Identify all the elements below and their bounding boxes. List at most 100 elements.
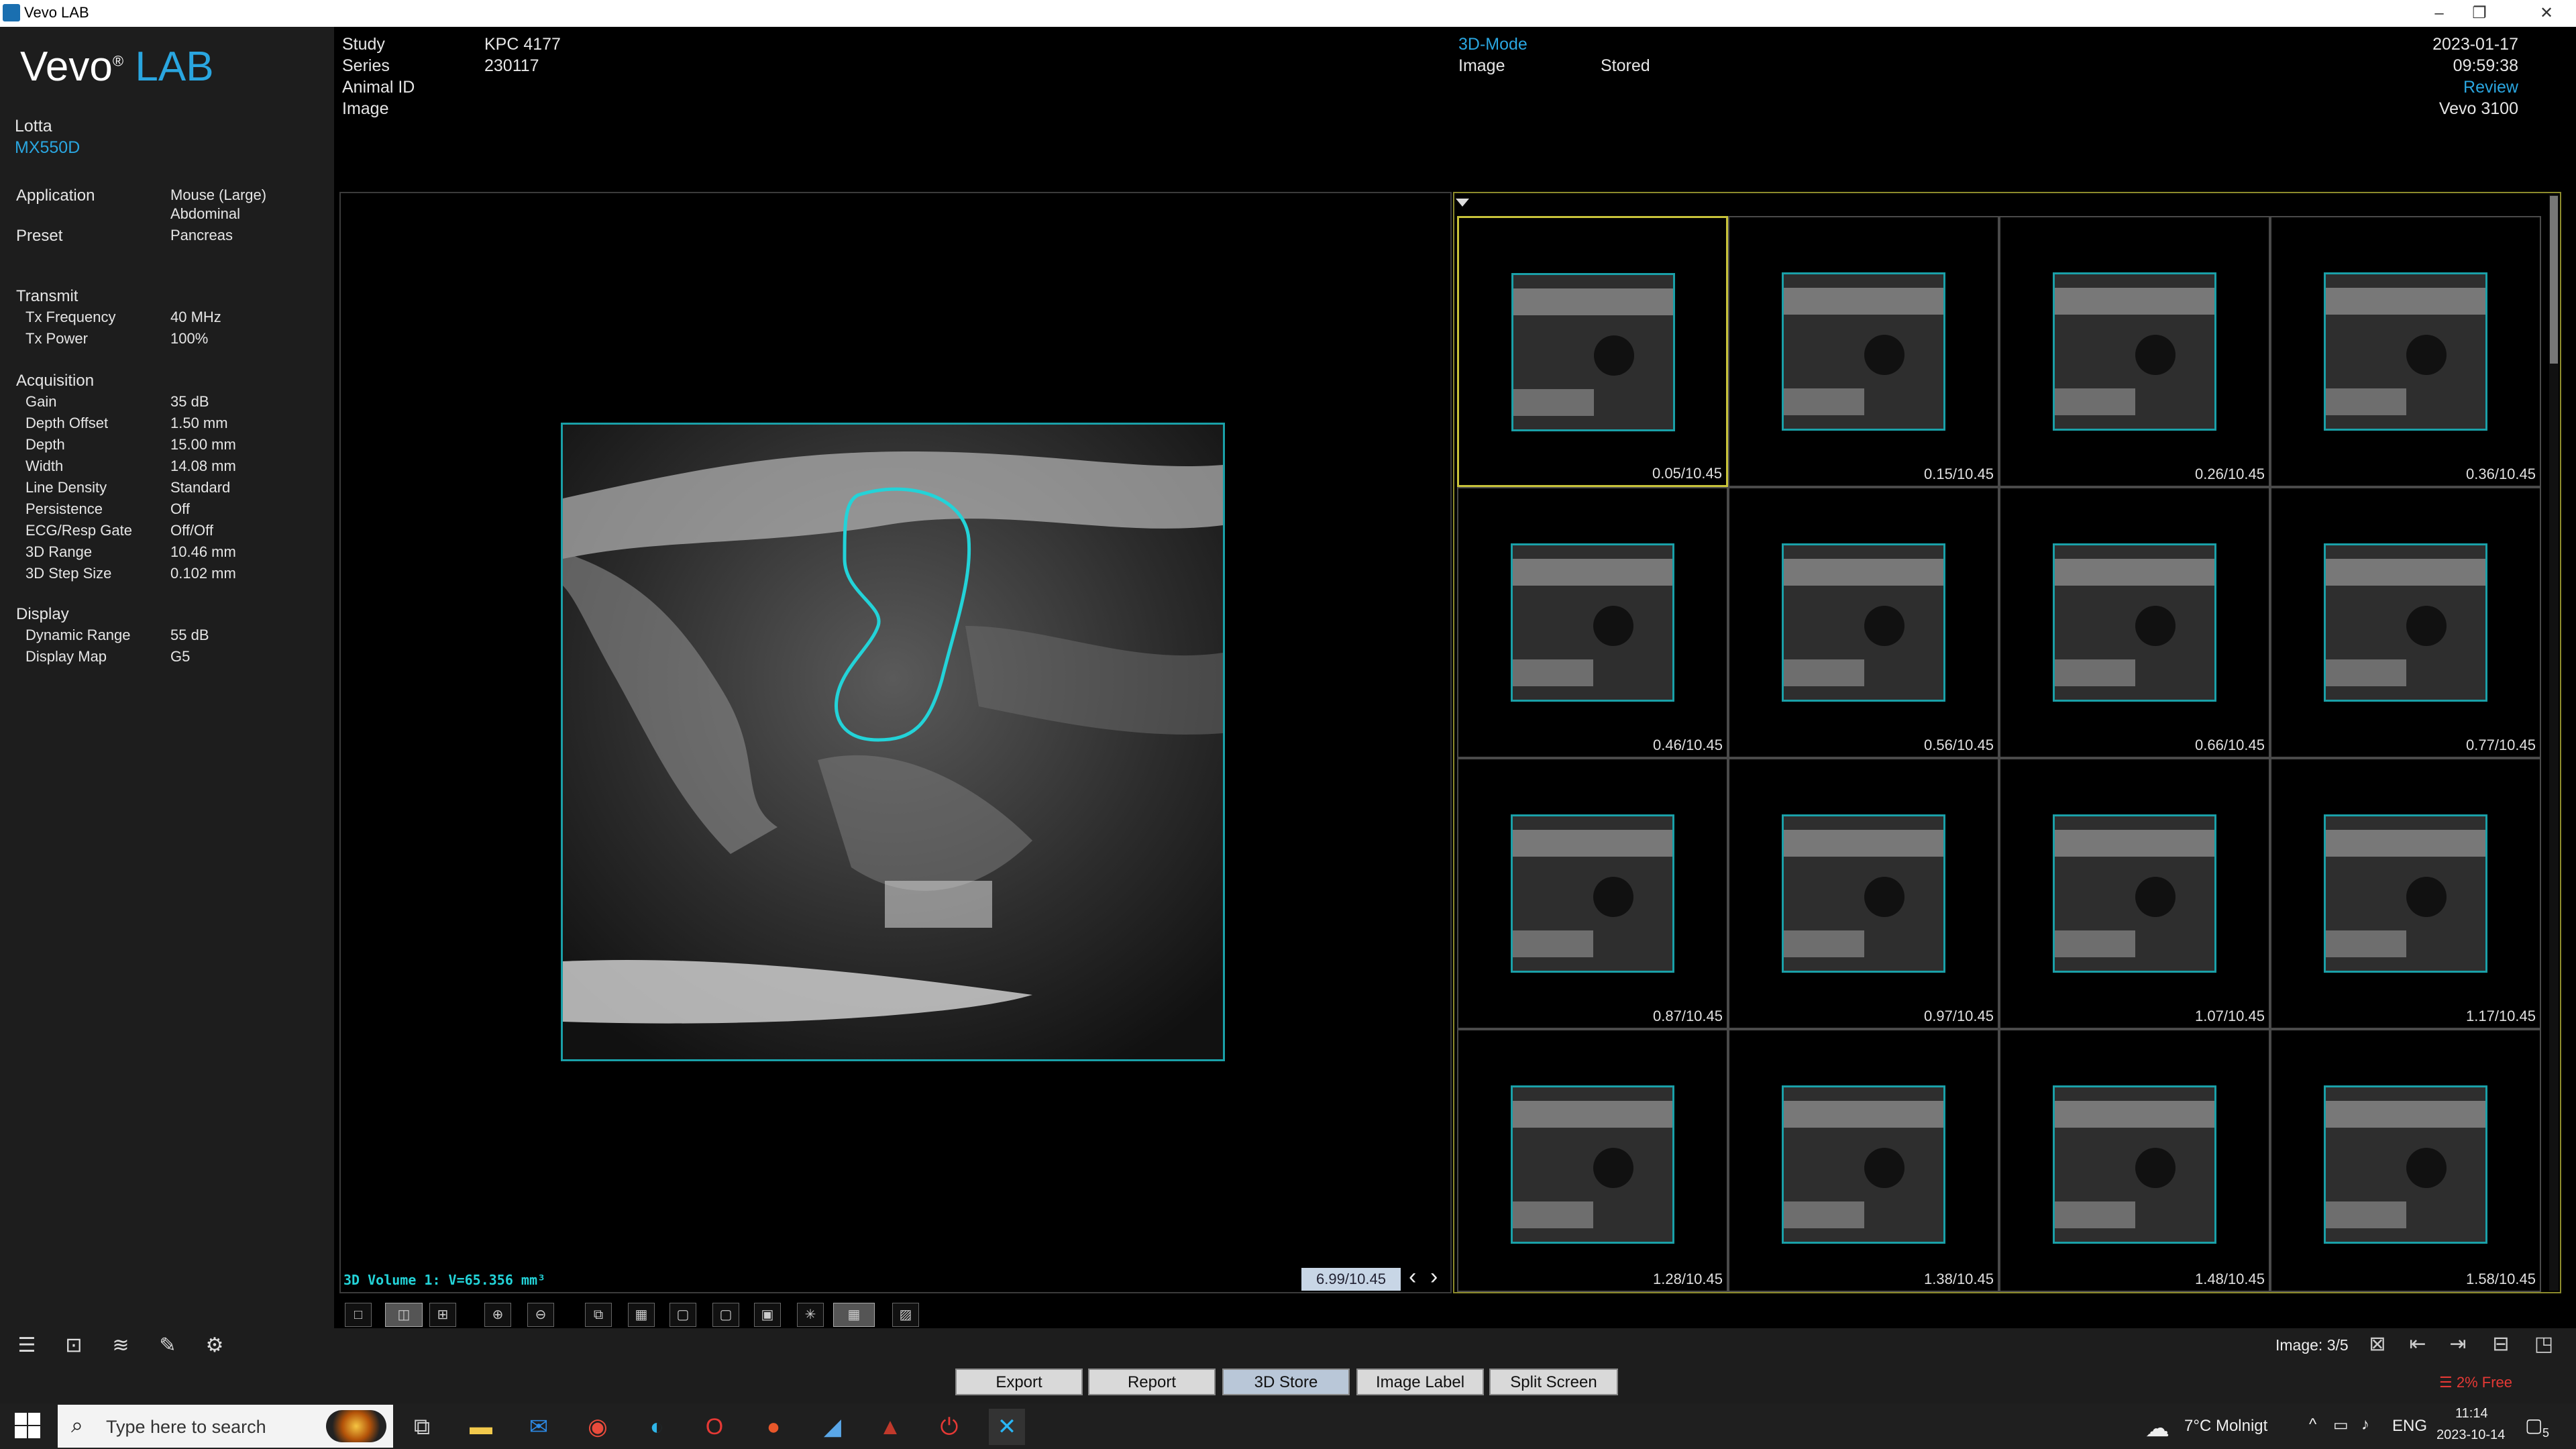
delete-image-icon[interactable]: ⊠ bbox=[2363, 1330, 2392, 1359]
thumbnail-cell[interactable]: 0.15/10.45 bbox=[1728, 216, 1999, 487]
thumbnail-cell[interactable]: 1.28/10.45 bbox=[1457, 1029, 1728, 1292]
application-value-2: Abdominal bbox=[170, 205, 240, 222]
red-box-icon[interactable]: ▣ bbox=[754, 1303, 781, 1327]
thumbnail-cell[interactable]: 1.07/10.45 bbox=[1999, 758, 2270, 1029]
thumbnail-image bbox=[1782, 543, 1945, 702]
clock-date[interactable]: 2023-10-14 bbox=[2436, 1428, 2505, 1443]
param-value: 10.46 mm bbox=[170, 543, 236, 560]
zoom-out-icon[interactable]: ⊖ bbox=[527, 1303, 554, 1327]
opera-icon[interactable]: O bbox=[696, 1409, 733, 1445]
film-strip-icon[interactable]: ⊟ bbox=[2486, 1330, 2516, 1359]
weather-icon: ☁ bbox=[2145, 1414, 2169, 1442]
thumbnail-cell[interactable]: 0.66/10.45 bbox=[1999, 487, 2270, 758]
thumbnail-cell[interactable]: 0.77/10.45 bbox=[2270, 487, 2541, 758]
thumbnail-label: 0.05/10.45 bbox=[1652, 465, 1722, 482]
green-box-icon[interactable]: ▢ bbox=[669, 1303, 696, 1327]
thumbnail-image bbox=[2053, 272, 2216, 431]
thumbnail-cell[interactable]: 1.48/10.45 bbox=[1999, 1029, 2270, 1292]
chrome-icon[interactable]: ◉ bbox=[580, 1409, 616, 1445]
color-map-icon[interactable]: ▨ bbox=[892, 1303, 919, 1327]
tray-chevron-icon[interactable]: ^ bbox=[2309, 1415, 2316, 1434]
app-icon-power[interactable]: ⏻ bbox=[931, 1409, 967, 1445]
powerpoint-icon[interactable]: ● bbox=[755, 1409, 792, 1445]
language-indicator[interactable]: ENG bbox=[2392, 1417, 2427, 1436]
taskbar-search[interactable]: ⌕ Type here to search bbox=[58, 1405, 393, 1448]
ultrasound-image[interactable] bbox=[561, 423, 1225, 1061]
color-box-icon[interactable]: ▢ bbox=[712, 1303, 739, 1327]
thumb-scan bbox=[2055, 1087, 2214, 1242]
thumbnail-image bbox=[2053, 1085, 2216, 1244]
tx-power-value: 100% bbox=[170, 330, 209, 347]
thumbnail-image bbox=[1511, 814, 1674, 973]
thumbnail-cell[interactable]: 1.17/10.45 bbox=[2270, 758, 2541, 1029]
prev-slice-button[interactable]: ‹ bbox=[1409, 1264, 1416, 1290]
thumbnail-cell[interactable]: 0.26/10.45 bbox=[1999, 216, 2270, 487]
volume-icon[interactable]: ♪ bbox=[2361, 1415, 2369, 1434]
notifications-icon[interactable]: ▢ bbox=[2525, 1414, 2542, 1436]
report-button[interactable]: Report bbox=[1088, 1368, 1216, 1395]
thumbnail-cell[interactable]: 1.58/10.45 bbox=[2270, 1029, 2541, 1292]
import-icon[interactable]: ⇤ bbox=[2403, 1330, 2432, 1359]
slice-position-box[interactable]: 6.99/10.45 bbox=[1301, 1268, 1401, 1291]
measure-icon[interactable]: ⊡ bbox=[59, 1332, 89, 1359]
param-label: Depth bbox=[25, 436, 65, 453]
thumbnail-cell[interactable]: 0.36/10.45 bbox=[2270, 216, 2541, 487]
study-value: KPC 4177 bbox=[484, 35, 561, 54]
thumbnail-image bbox=[2324, 272, 2487, 431]
review-label: Review bbox=[2463, 78, 2518, 97]
3d-store-button[interactable]: 3D Store bbox=[1222, 1368, 1350, 1395]
system-name: Vevo 3100 bbox=[2438, 99, 2518, 118]
image-label-button[interactable]: Image Label bbox=[1356, 1368, 1484, 1395]
layout-single-icon[interactable]: □ bbox=[345, 1303, 372, 1327]
task-view-icon[interactable]: ⧉ bbox=[404, 1409, 440, 1445]
close-button[interactable]: ✕ bbox=[2526, 1, 2567, 25]
series-value: 230117 bbox=[484, 56, 539, 75]
thumbnail-menu-icon[interactable] bbox=[1456, 199, 1469, 207]
star-icon[interactable]: ✳ bbox=[797, 1303, 824, 1327]
app-icon-blue[interactable]: ◢ bbox=[814, 1409, 851, 1445]
layout-quad-icon[interactable]: ⊞ bbox=[429, 1303, 456, 1327]
thumbnail-cell[interactable]: 1.38/10.45 bbox=[1728, 1029, 1999, 1292]
thumbnail-cell[interactable]: 0.46/10.45 bbox=[1457, 487, 1728, 758]
disk-free-text: 2% Free bbox=[2456, 1374, 2512, 1391]
weather-text[interactable]: 7°C Molnigt bbox=[2184, 1417, 2267, 1436]
annotate-icon[interactable]: ✎ bbox=[153, 1332, 182, 1359]
layout-dual-icon[interactable]: ◫ bbox=[385, 1303, 423, 1327]
scrollbar-thumb[interactable] bbox=[2550, 196, 2558, 364]
next-slice-button[interactable]: › bbox=[1430, 1264, 1438, 1290]
network-icon[interactable]: ▭ bbox=[2333, 1415, 2349, 1435]
clock-time[interactable]: 11:14 bbox=[2455, 1406, 2488, 1421]
file-explorer-icon[interactable]: ▬ bbox=[463, 1409, 499, 1445]
thumbnail-cell[interactable]: 0.87/10.45 bbox=[1457, 758, 1728, 1029]
scan-icon[interactable]: ≋ bbox=[106, 1332, 136, 1359]
left-panel: Vevo® LAB Lotta MX550D Application Mouse… bbox=[0, 27, 334, 1328]
app-icon-red[interactable]: ▲ bbox=[872, 1409, 908, 1445]
thumbnail-grid-icon[interactable]: ▦ bbox=[833, 1303, 875, 1327]
thumbnail-label: 1.17/10.45 bbox=[2466, 1008, 2536, 1024]
thumb-scan bbox=[2326, 816, 2485, 971]
vevo-lab-taskbar-icon[interactable]: ✕ bbox=[989, 1409, 1025, 1445]
mail-icon[interactable]: ✉ bbox=[521, 1409, 557, 1445]
param-label: Line Density bbox=[25, 479, 107, 496]
window-layout-icon[interactable]: ◳ bbox=[2529, 1330, 2559, 1359]
restore-button[interactable]: ❐ bbox=[2459, 1, 2500, 25]
thumbnail-cell[interactable]: 0.05/10.45 bbox=[1457, 216, 1728, 487]
split-screen-button[interactable]: Split Screen bbox=[1489, 1368, 1618, 1395]
minimize-button[interactable]: – bbox=[2419, 1, 2459, 25]
cube-view-icon[interactable]: ⧉ bbox=[585, 1303, 612, 1327]
zoom-in-icon[interactable]: ⊕ bbox=[484, 1303, 511, 1327]
ultrasound-scan bbox=[563, 425, 1223, 1059]
export-button[interactable]: Export bbox=[955, 1368, 1083, 1395]
thumbnail-cell[interactable]: 0.97/10.45 bbox=[1728, 758, 1999, 1029]
thumbnail-image bbox=[2324, 814, 2487, 973]
application-label: Application bbox=[16, 186, 95, 205]
thumbnail-cell[interactable]: 0.56/10.45 bbox=[1728, 487, 1999, 758]
logo-reg: ® bbox=[112, 52, 124, 70]
list-icon[interactable]: ☰ bbox=[12, 1332, 42, 1359]
edge-icon[interactable]: ◐ bbox=[639, 1409, 675, 1445]
windows-start-icon[interactable] bbox=[13, 1411, 42, 1440]
export-image-icon[interactable]: ⇥ bbox=[2443, 1330, 2473, 1359]
thumb-scan bbox=[1513, 816, 1672, 971]
settings-icon[interactable]: ⚙ bbox=[200, 1332, 229, 1359]
grid-view-icon[interactable]: ▦ bbox=[628, 1303, 655, 1327]
